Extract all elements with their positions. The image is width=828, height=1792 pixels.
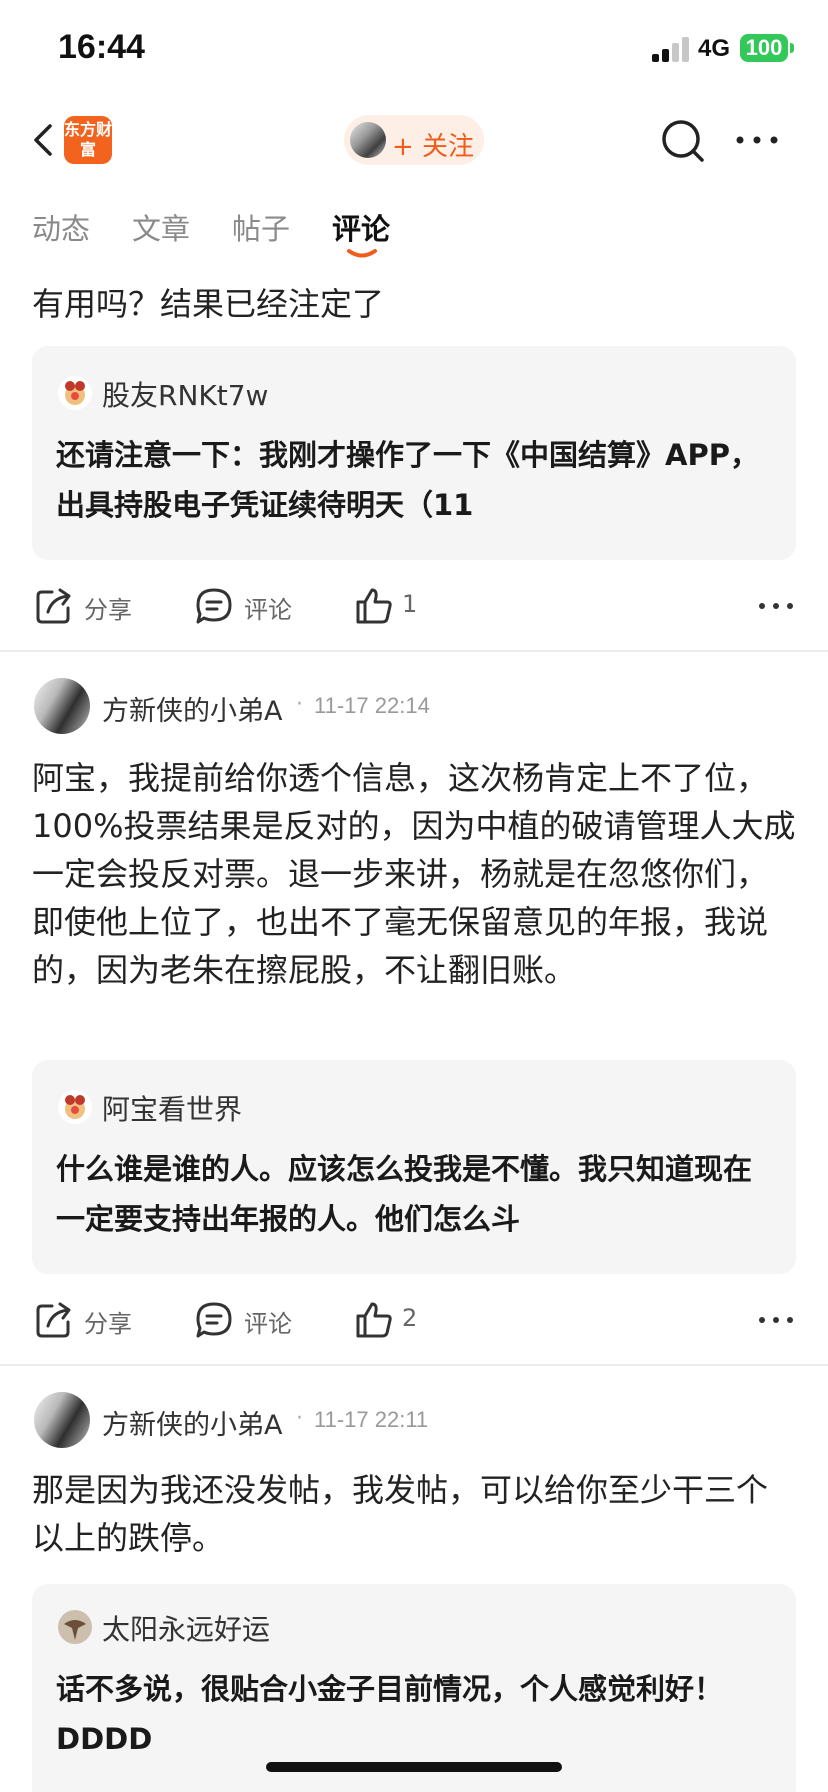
home-indicator[interactable] [266,1762,562,1772]
post-time: 11-17 22:11 [314,1407,429,1432]
search-icon[interactable] [660,118,706,164]
comment-button[interactable]: 评论 [244,1304,292,1339]
network-label: 4G [698,35,731,62]
battery-cap [790,43,794,53]
quote-text: 什么谁是谁的人。应该怎么投我是不懂。我只知道现在一定要支持出年报的人。他们怎么斗 [56,1152,753,1236]
like-icon[interactable] [354,1300,394,1340]
username[interactable]: 方新侠的小弟A [102,1403,282,1442]
post-text: 有用吗？结果已经注定了 [32,285,385,323]
author-avatar [350,122,386,158]
like-count[interactable]: 2 [402,1304,417,1332]
quote-text: 话不多说，很贴合小金子目前情况，个人感觉利好！DDDD [56,1672,724,1756]
status-bar: 16:44 4G 100 [0,0,828,96]
separator-dot: · [296,692,303,717]
signal-icon [652,36,692,62]
more-icon[interactable] [732,120,782,160]
quote-username[interactable]: 太阳永远好运 [102,1608,270,1648]
battery-icon: 100 [740,34,788,62]
follow-button[interactable]: + 关注 [344,115,484,165]
user-avatar[interactable] [34,1392,90,1448]
divider [0,1364,828,1366]
quote-username[interactable]: 阿宝看世界 [102,1088,242,1128]
follow-label: + 关注 [392,132,475,162]
post-text: 那是因为我还没发帖，我发帖，可以给你至少干三个以上的跌停。 [32,1471,769,1557]
share-icon[interactable] [34,1300,74,1340]
tab-bar: 动态 文章 帖子 评论 [0,196,828,268]
share-button[interactable]: 分享 [84,1304,132,1339]
post-text: 阿宝，我提前给你透个信息，这次杨肯定上不了位，100%投票结果是反对的，因为中植… [32,759,796,989]
status-time: 16:44 [58,28,145,66]
quote-avatar [58,1090,92,1124]
comment-icon[interactable] [194,1300,234,1340]
quote-avatar [58,1610,92,1644]
user-avatar[interactable] [34,678,90,734]
tab-dynamics[interactable]: 动态 [32,206,90,248]
quote-text: 还请注意一下：我刚才操作了一下《中国结算》APP，出具持股电子凭证续待明天（11 [56,438,759,522]
like-icon[interactable] [354,586,394,626]
like-count[interactable]: 1 [402,590,417,618]
separator-dot: · [296,1406,303,1431]
divider [0,650,828,652]
share-icon[interactable] [34,586,74,626]
quote-card[interactable]: 股友RNKt7w 还请注意一下：我刚才操作了一下《中国结算》APP，出具持股电子… [32,346,796,560]
tab-comments[interactable]: 评论 [332,206,390,248]
quote-card[interactable]: 太阳永远好运 话不多说，很贴合小金子目前情况，个人感觉利好！DDDD [32,1584,796,1792]
comment-button[interactable]: 评论 [244,590,292,625]
post-more-icon[interactable] [756,588,796,624]
nav-bar: 东方财富 + 关注 [0,100,828,180]
post-actions: 分享 评论 1 [0,576,828,636]
tab-articles[interactable]: 文章 [132,206,190,248]
quote-username[interactable]: 股友RNKt7w [102,374,268,414]
tab-active-indicator [347,249,377,258]
back-icon[interactable] [26,120,66,160]
quote-avatar [58,376,92,410]
comment-icon[interactable] [194,586,234,626]
username[interactable]: 方新侠的小弟A [102,689,282,728]
share-button[interactable]: 分享 [84,590,132,625]
app-logo[interactable]: 东方财富 [64,116,112,164]
quote-card[interactable]: 阿宝看世界 什么谁是谁的人。应该怎么投我是不懂。我只知道现在一定要支持出年报的人… [32,1060,796,1274]
post-more-icon[interactable] [756,1302,796,1338]
post-time: 11-17 22:14 [314,693,430,718]
post-actions: 分享 评论 2 [0,1290,828,1350]
tab-posts[interactable]: 帖子 [232,206,290,248]
